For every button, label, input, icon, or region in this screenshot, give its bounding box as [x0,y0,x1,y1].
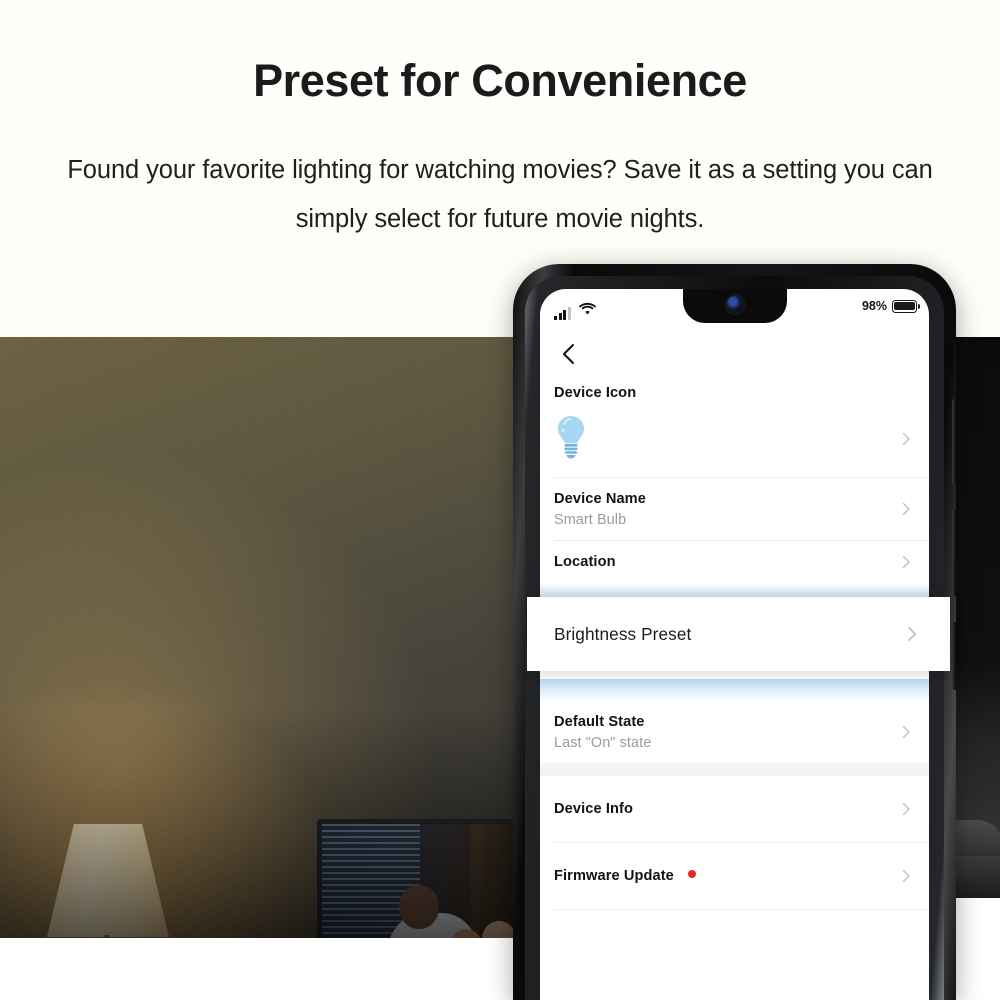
settings-row-brightness-preset-highlighted[interactable]: Brightness Preset [527,597,950,671]
settings-row-value: Smart Bulb [554,511,627,528]
promo-page: Preset for Convenience Found your favori… [0,0,1000,1000]
back-button[interactable] [554,339,584,369]
battery-percent-label: 98% [861,299,887,313]
settings-row-device-icon[interactable]: Device Icon [540,381,929,477]
settings-row-value: Last "On" state [554,734,652,751]
settings-row-device-info[interactable]: Device Info [540,776,929,842]
settings-row-label: Device Icon [554,385,637,401]
list-divider [554,909,929,910]
app-navigation-bar [540,335,929,379]
page-title: Preset for Convenience [253,55,747,106]
settings-row-label: Device Info [554,801,633,817]
cellular-signal-icon [554,307,571,320]
volume-up-button[interactable] [952,399,956,485]
settings-row-device-name[interactable]: Device Name Smart Bulb [540,478,929,540]
power-button[interactable] [952,622,956,690]
living-room-photo [0,337,540,938]
chevron-right-icon [899,502,913,516]
list-section-gap [540,763,929,776]
status-bar: 98% [540,289,929,335]
highlight-glow-bottom [540,679,929,701]
settings-row-default-state[interactable]: Default State Last "On" state [540,701,929,763]
update-available-badge-icon [688,870,697,878]
wifi-icon [578,302,596,320]
bottom-white-strip [0,938,540,1000]
chevron-right-icon [899,555,913,569]
settings-row-label: Default State [554,713,645,730]
chevron-right-icon [899,802,913,816]
settings-row-label: Firmware Update [554,868,674,884]
settings-row-firmware-update[interactable]: Firmware Update [540,843,929,909]
chevron-right-icon [899,869,913,883]
settings-row-location[interactable]: Location [540,541,929,583]
settings-row-label: Device Name [554,490,646,507]
highlighted-row-label: Brightness Preset [554,623,692,644]
volume-down-button[interactable] [952,510,956,596]
settings-row-label: Location [554,554,616,570]
status-bar-left [554,302,596,320]
chevron-right-icon [899,725,913,739]
chevron-left-icon [563,344,574,364]
page-subtitle: Found your favorite lighting for watchin… [67,156,933,233]
status-bar-right: 98% [861,299,921,313]
light-bulb-icon [554,415,588,464]
chevron-right-icon [899,432,913,446]
chevron-right-icon [904,626,920,642]
floor-shadow [0,708,540,938]
battery-icon [892,299,921,313]
